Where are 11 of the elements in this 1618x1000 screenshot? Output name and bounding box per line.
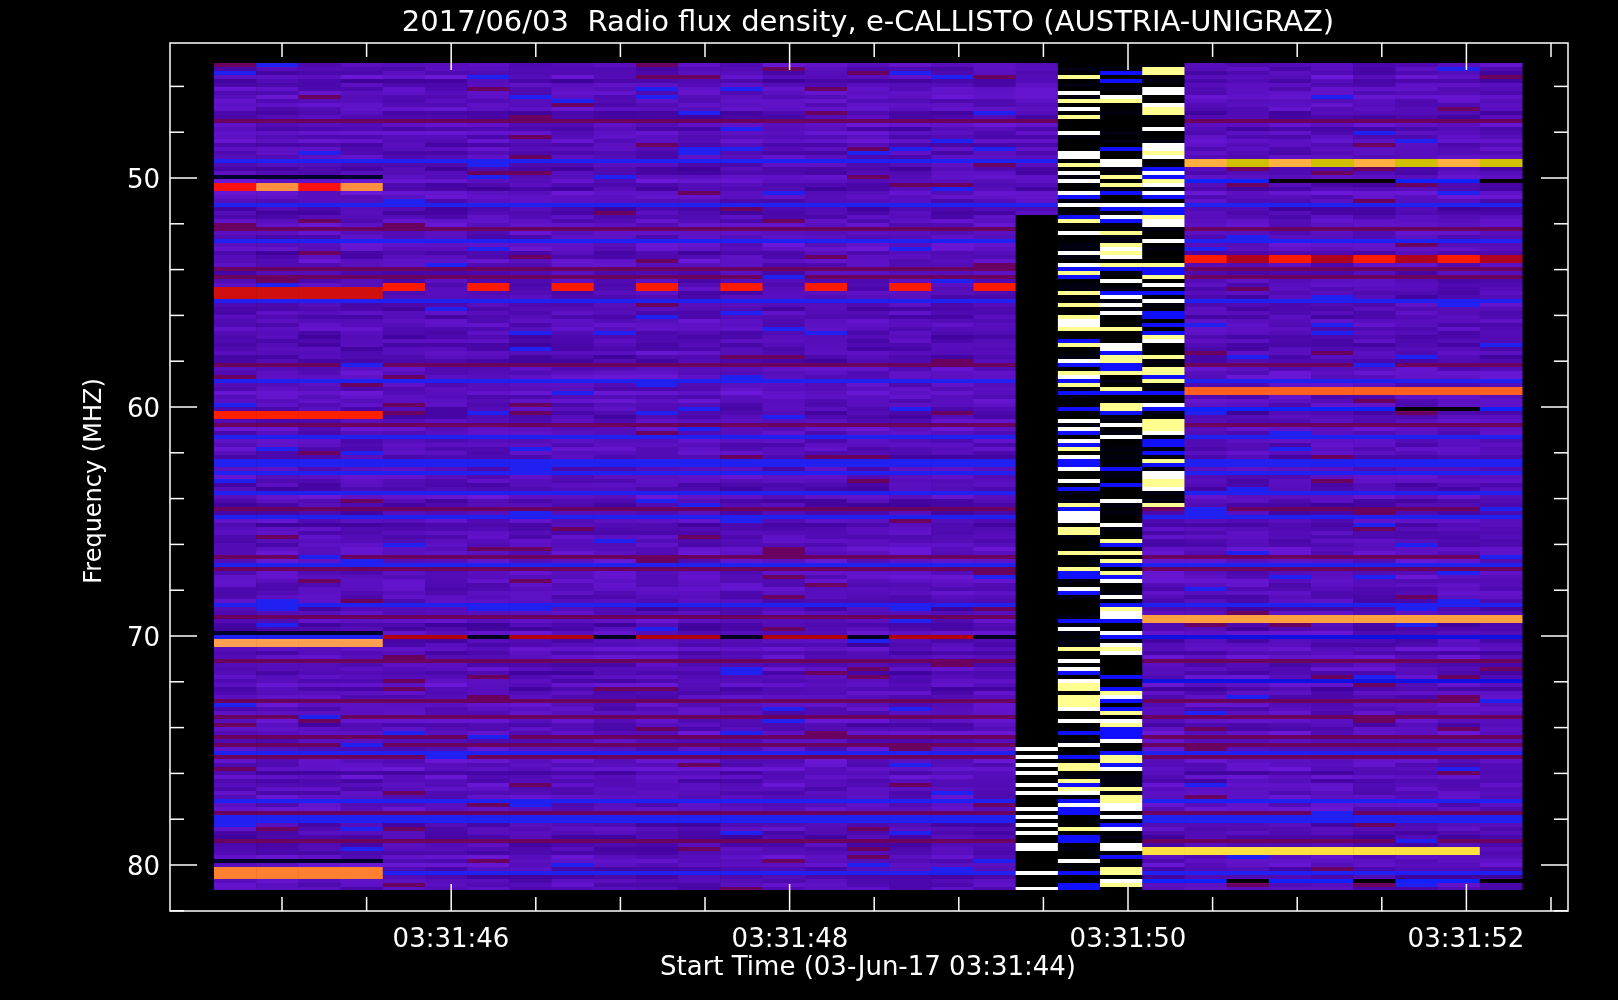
y-tick-label: 50 xyxy=(126,164,160,194)
x-axis-label: Start Time (03-Jun-17 03:31:44) xyxy=(660,951,1076,981)
y-tick-label: 80 xyxy=(126,851,160,881)
x-tick-label: 03:31:50 xyxy=(1069,923,1187,953)
x-tick-label: 03:31:46 xyxy=(392,923,510,953)
chart-title: 2017/06/03 Radio flux density, e-CALLISTO (AUSTRIA-UNIGRAZ) xyxy=(401,4,1335,38)
y-tick-label: 70 xyxy=(126,622,160,652)
y-tick-label: 60 xyxy=(126,393,160,423)
x-tick-label: 03:31:52 xyxy=(1407,923,1525,953)
y-axis-label: Frequency (MHZ) xyxy=(79,378,107,584)
x-tick-label: 03:31:48 xyxy=(731,923,849,953)
